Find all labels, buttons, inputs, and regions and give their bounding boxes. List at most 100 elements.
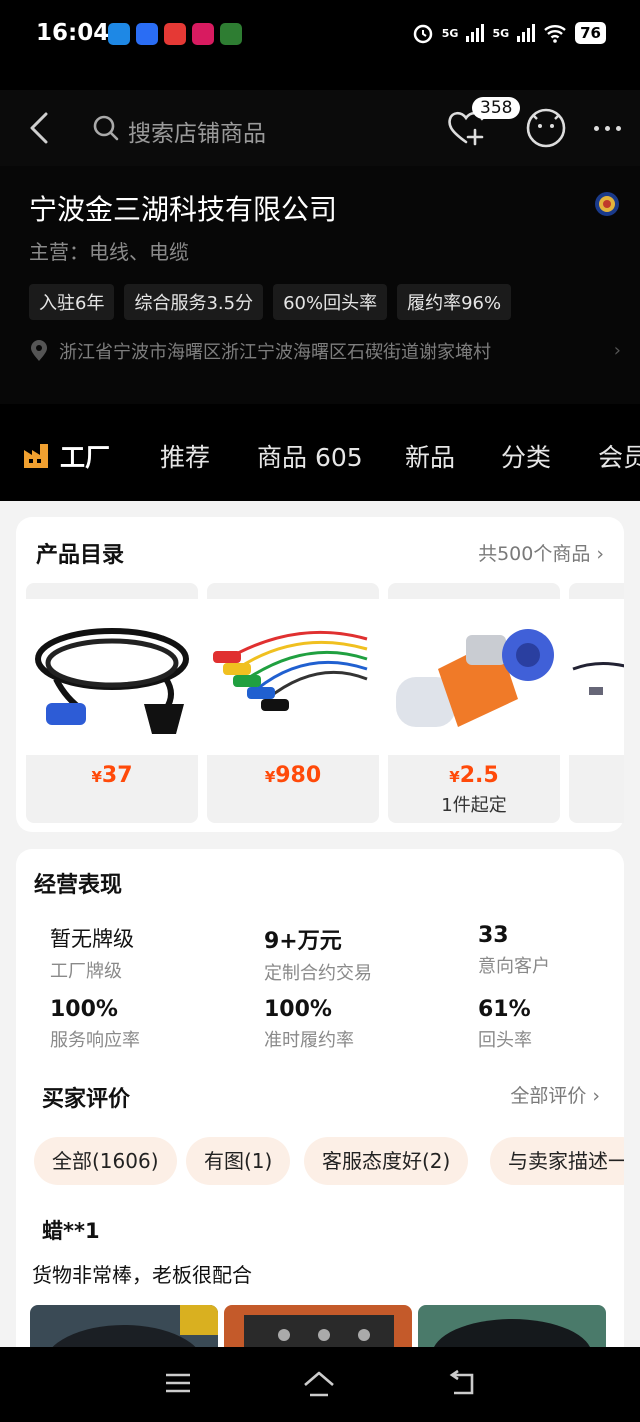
search-icon[interactable] <box>92 114 120 142</box>
review-photo[interactable] <box>30 1305 218 1347</box>
app-notification-icon <box>220 23 242 45</box>
location-pin-icon <box>31 340 47 361</box>
price-value: 37 <box>101 763 133 788</box>
status-time: 16:04 <box>36 20 110 46</box>
currency-symbol: ¥ <box>91 768 102 786</box>
tab-factory[interactable]: 工厂 <box>60 438 110 474</box>
product-card[interactable] <box>569 583 624 823</box>
home-icon[interactable] <box>302 1369 336 1399</box>
app-notification-icon <box>108 23 130 45</box>
product-card[interactable]: ¥2.5 1件起定 <box>388 583 560 823</box>
catalog-title: 产品目录 <box>36 543 125 568</box>
chip-as-described[interactable]: 与卖家描述一 <box>490 1137 624 1185</box>
product-image-power-cable <box>26 599 198 755</box>
app-notification-icon <box>192 23 214 45</box>
signal-icon <box>517 24 536 42</box>
stat-value: 暂无牌级 <box>50 927 134 951</box>
back-icon[interactable] <box>22 110 58 146</box>
product-price: ¥980 <box>207 763 379 788</box>
stat-ontime-rate: 100% 准时履约率 <box>264 997 464 1052</box>
price-value: 980 <box>275 763 322 788</box>
stat-value: 100% <box>264 997 332 1022</box>
shop-tags: 入驻6年 综合服务3.5分 60%回头率 履约率96% <box>29 284 512 320</box>
stat-value: 9+万元 <box>264 929 342 954</box>
favorites-count-badge: 358 <box>472 97 521 119</box>
stat-value: 33 <box>478 923 509 948</box>
status-icons: 5G 5G 76 <box>412 22 606 44</box>
performance-title: 经营表现 <box>34 873 123 898</box>
app-notification-icon <box>136 23 158 45</box>
product-price: ¥37 <box>26 763 198 788</box>
stat-contract-trade: 9+万元 定制合约交易 <box>264 923 464 985</box>
system-nav-bar <box>0 1347 640 1422</box>
currency-symbol: ¥ <box>264 768 276 786</box>
product-image-connector <box>388 599 560 755</box>
stat-repeat-rate: 61% 回头率 <box>478 997 640 1052</box>
shop-tag: 履约率96% <box>397 284 512 320</box>
product-card[interactable]: ¥980 <box>207 583 379 823</box>
main-business: 主营：电线、电缆 <box>29 240 189 264</box>
stat-value: 61% <box>478 997 531 1022</box>
signal-5g-label: 5G <box>492 26 510 40</box>
product-image-test-leads <box>207 599 379 755</box>
notification-icons <box>108 23 242 45</box>
stat-response-rate: 100% 服务响应率 <box>50 997 250 1052</box>
currency-symbol: ¥ <box>449 768 460 786</box>
battery-icon: 76 <box>575 22 606 44</box>
signal-5g-label: 5G <box>441 26 459 40</box>
stat-factory-level: 暂无牌级 工厂牌级 <box>50 923 250 983</box>
police-badge-icon[interactable] <box>594 190 620 218</box>
stat-label: 意向客户 <box>478 956 550 977</box>
search-input[interactable]: 搜索店铺商品 <box>128 114 266 148</box>
customer-service-icon[interactable] <box>524 106 568 150</box>
stat-label: 定制合约交易 <box>264 963 372 984</box>
stat-value: 100% <box>50 997 118 1022</box>
chip-service-good[interactable]: 客服态度好(2) <box>304 1137 469 1185</box>
business-performance-card: 经营表现 暂无牌级 工厂牌级 9+万元 定制合约交易 33 意向客户 100% … <box>16 849 624 1347</box>
min-order-qty: 1件起定 <box>441 795 507 816</box>
price-value: 2.5 <box>459 763 499 788</box>
shop-tag: 综合服务3.5分 <box>124 284 264 320</box>
all-reviews-label: 全部评价 <box>510 1085 587 1107</box>
shop-tag: 60%回头率 <box>273 284 388 320</box>
all-reviews-link[interactable]: 全部评价 › <box>510 1081 600 1108</box>
review-filter-chips: 全部(1606) 有图(1) 客服态度好(2) 与卖家描述一 <box>34 1137 624 1187</box>
shop-address[interactable]: 浙江省宁波市海曙区浙江宁波海曙区石碶街道谢家埯村 › <box>29 338 621 364</box>
chip-with-images[interactable]: 有图(1) <box>186 1137 291 1185</box>
chevron-right-icon: › <box>613 340 621 361</box>
catalog-all-link[interactable]: 共500个商品 › <box>478 539 604 566</box>
review-text: 货物非常棒，老板很配合 <box>32 1263 252 1287</box>
product-list: ¥37 ¥980 ¥2.5 1件起定 <box>26 583 624 823</box>
tab-recommend[interactable]: 推荐 <box>160 438 210 474</box>
back-nav-icon[interactable] <box>446 1369 478 1399</box>
review-photo[interactable] <box>224 1305 412 1347</box>
product-card[interactable]: ¥37 <box>26 583 198 823</box>
product-image-cable <box>569 599 624 755</box>
tab-membership[interactable]: 会员 <box>598 438 640 474</box>
reviewer-name: 蜡**1 <box>42 1219 100 1243</box>
factory-icon <box>24 444 48 468</box>
stat-label: 回头率 <box>478 1030 532 1051</box>
shop-tag: 入驻6年 <box>29 284 115 320</box>
stat-label: 服务响应率 <box>50 1030 140 1051</box>
shop-name: 宁波金三湖科技有限公司 <box>29 193 338 226</box>
menu-icon[interactable] <box>164 1369 192 1397</box>
app-notification-icon <box>164 23 186 45</box>
review-photo[interactable] <box>418 1305 606 1347</box>
reviews-title: 买家评价 <box>42 1087 131 1112</box>
shop-address-text: 浙江省宁波市海曙区浙江宁波海曙区石碶街道谢家埯村 <box>59 342 491 363</box>
tab-new[interactable]: 新品 <box>405 438 455 474</box>
wifi-icon <box>544 25 566 43</box>
stat-label: 工厂牌级 <box>50 961 122 982</box>
status-bar: 16:04 5G 5G 76 <box>0 0 640 70</box>
main-content: 产品目录 共500个商品 › ¥37 ¥980 ¥2.5 1件起定 经营表现 暂… <box>0 501 640 1347</box>
tab-products[interactable]: 商品 605 <box>257 438 363 474</box>
catalog-all-label: 共500个商品 <box>478 543 591 565</box>
shop-info: 宁波金三湖科技有限公司 主营：电线、电缆 入驻6年 综合服务3.5分 60%回头… <box>0 166 640 404</box>
stat-intent-customers: 33 意向客户 <box>478 923 640 978</box>
product-price: ¥2.5 <box>388 763 560 788</box>
alarm-icon <box>413 24 432 44</box>
chip-all[interactable]: 全部(1606) <box>34 1137 177 1185</box>
more-icon[interactable] <box>594 126 621 131</box>
tab-category[interactable]: 分类 <box>501 438 551 474</box>
